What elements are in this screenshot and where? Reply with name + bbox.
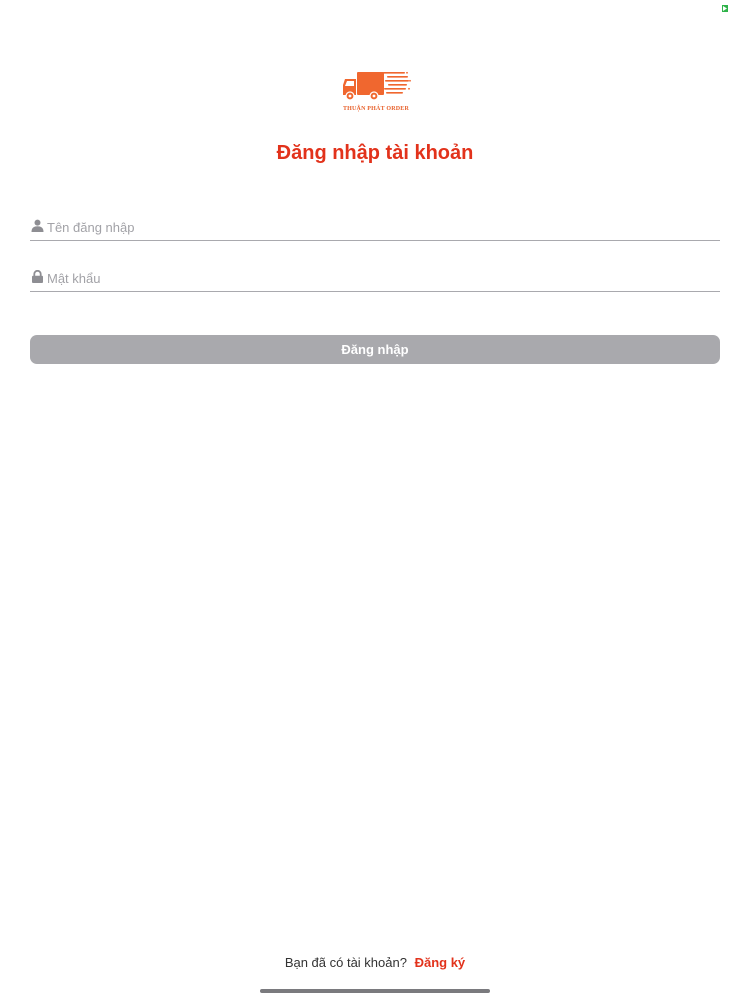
password-field[interactable] xyxy=(30,265,720,292)
login-screen: THUẬN PHÁT ORDER Đăng nhập tài khoản Đăn… xyxy=(0,0,750,1000)
lock-icon xyxy=(32,270,43,283)
brand-name: THUẬN PHÁT ORDER xyxy=(342,106,410,112)
login-button[interactable]: Đăng nhập xyxy=(30,335,720,364)
username-input[interactable] xyxy=(47,219,707,236)
page-title: Đăng nhập tài khoản xyxy=(276,142,474,164)
app-logo: THUẬN PHÁT ORDER xyxy=(338,68,414,116)
password-input[interactable] xyxy=(47,270,707,287)
home-indicator[interactable] xyxy=(260,989,490,993)
signup-link[interactable]: Đăng ký xyxy=(415,955,466,970)
user-icon xyxy=(31,219,44,232)
delivery-truck-icon xyxy=(343,71,411,101)
signup-row: Bạn đã có tài khoản? Đăng ký xyxy=(0,955,750,970)
username-field[interactable] xyxy=(30,214,720,241)
status-indicator-icon xyxy=(722,5,728,12)
signup-prompt: Bạn đã có tài khoản? xyxy=(284,955,407,970)
